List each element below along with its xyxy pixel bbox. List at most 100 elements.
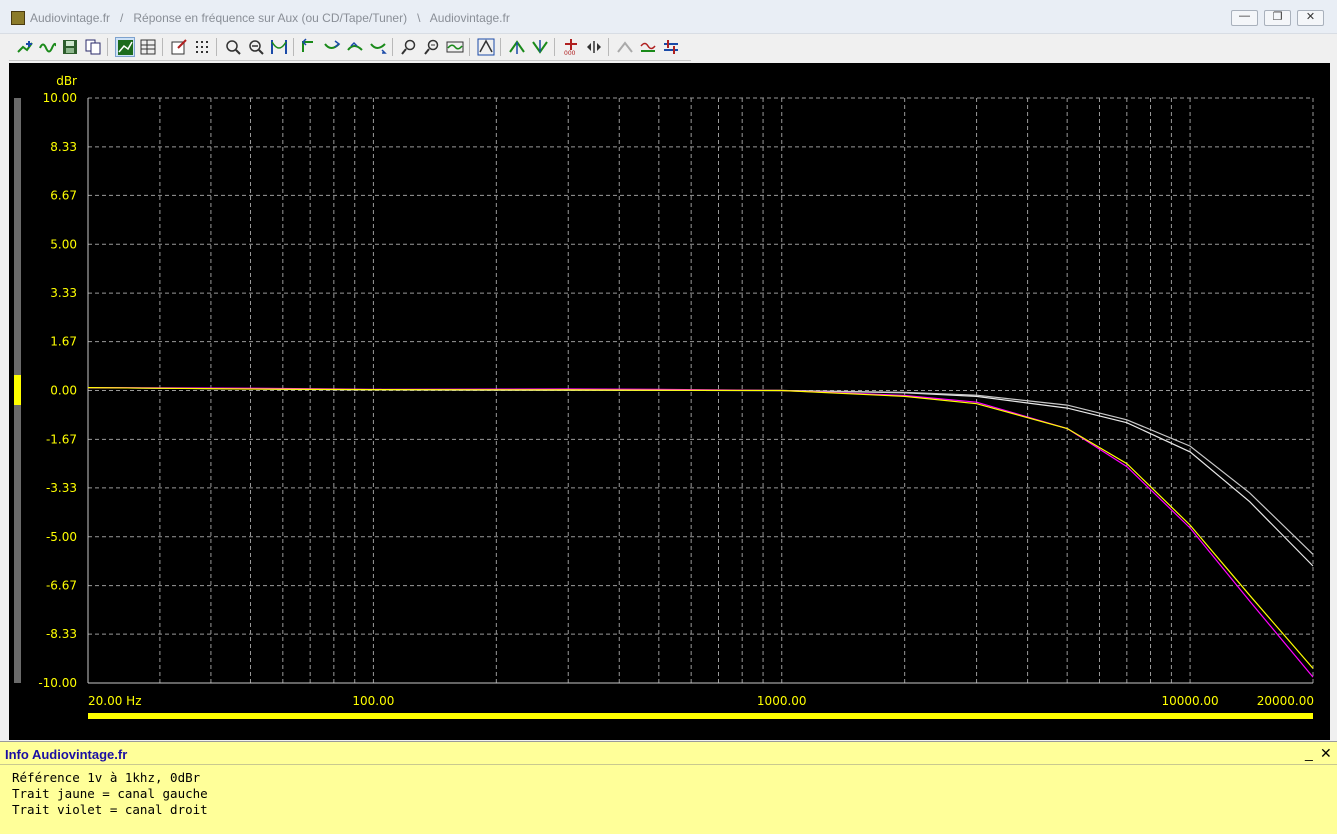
minimize-icon: — (1239, 10, 1250, 22)
y-tick-label: 8.33 (50, 140, 77, 154)
y-tick-label: -10.00 (38, 676, 77, 690)
toolbar-btn-20[interactable] (507, 37, 527, 57)
x-tick-label: 100.00 (352, 694, 394, 708)
info-close-button[interactable]: ✕ (1320, 745, 1332, 762)
y-tick-label: 6.67 (50, 188, 77, 202)
close-button[interactable]: ✕ (1297, 10, 1324, 26)
x-scroll-bar (88, 713, 1313, 719)
sine-icon (39, 42, 56, 53)
toolbar-separator (392, 38, 393, 56)
toolbar-btn-18[interactable] (445, 37, 465, 57)
toolbar-btn-5[interactable] (115, 37, 135, 57)
zoom-y-icon (424, 39, 439, 55)
toolbar-btn-11[interactable] (269, 37, 289, 57)
zoom-box-icon (226, 40, 241, 55)
y-tick-label: -6.67 (46, 579, 77, 593)
svg-text:000: 000 (564, 50, 576, 56)
toolbar-btn-15[interactable] (368, 37, 388, 57)
info-line-left-channel: Trait jaune = canal gauche (12, 786, 208, 801)
toolbar-btn-12[interactable] (299, 37, 319, 57)
info-divider (0, 764, 1337, 765)
sweep-icon (640, 42, 656, 52)
y-tick-label: -5.00 (46, 530, 77, 544)
close-icon: ✕ (1305, 11, 1316, 23)
rotate-left-icon (301, 38, 313, 52)
toolbar-btn-1[interactable] (15, 37, 35, 57)
table-icon (140, 39, 156, 55)
x-tick-label: 20.00 Hz (88, 694, 142, 708)
marker-off-icon (617, 41, 633, 53)
info-title: Info Audiovintage.fr (5, 747, 128, 762)
curve-icon (271, 40, 287, 54)
app-icon (11, 11, 25, 25)
y-tick-label: 0.00 (50, 384, 77, 398)
save-icon (63, 40, 77, 54)
toolbar: 000 (9, 34, 691, 61)
plot-area: 10.00 8.33 6.67 5.00 3.33 1.67 0.00 -1.67 -3.33 -… (9, 63, 1330, 740)
toolbar-btn-22[interactable]: 000 (561, 37, 581, 57)
shift-up-icon (347, 41, 363, 51)
toolbar-btn-19[interactable] (476, 37, 496, 57)
copy-icon (85, 39, 101, 55)
toolbar-btn-6[interactable] (138, 37, 158, 57)
toolbar-separator (216, 38, 217, 56)
marker-add-icon: 000 (564, 39, 577, 56)
toolbar-btn-25[interactable] (638, 37, 658, 57)
scale-icon (477, 38, 495, 56)
grid-lines (14, 97, 1314, 719)
series-line-0 (87, 387, 1314, 669)
toolbar-btn-14[interactable] (345, 37, 365, 57)
toolbar-btn-2[interactable] (37, 37, 57, 57)
info-panel: Info Audiovintage.fr _ ✕ Référence 1v à … (0, 741, 1337, 834)
graph-grid-icon (118, 40, 133, 55)
toolbar-btn-8[interactable] (192, 37, 212, 57)
info-line-right-channel: Trait violet = canal droit (12, 802, 208, 817)
x-tick-label: 1000.00 (757, 694, 807, 708)
series-line-3 (87, 387, 1314, 555)
title-bar: Audiovintage.fr / Réponse en fréquence s… (0, 0, 1337, 34)
x-tick-label: 10000.00 (1161, 694, 1218, 708)
rotate-right-icon (324, 40, 341, 49)
zoom-out-icon (249, 40, 264, 55)
dots-grid-icon (196, 41, 208, 53)
toolbar-separator (554, 38, 555, 56)
shift-down-icon (370, 43, 387, 54)
y-scroll-thumb (14, 375, 21, 405)
toolbar-btn-9[interactable] (223, 37, 243, 57)
series-line-2 (87, 387, 1314, 567)
minimize-button[interactable]: — (1231, 10, 1258, 26)
y-tick-label: -1.67 (46, 432, 77, 446)
toolbar-separator (162, 38, 163, 56)
toolbar-btn-13[interactable] (322, 37, 342, 57)
frequency-response-chart[interactable]: 10.00 8.33 6.67 5.00 3.33 1.67 0.00 -1.67 -3.33 -… (9, 63, 1330, 740)
y-tick-label: 5.00 (50, 237, 77, 251)
toolbar-btn-23[interactable] (584, 37, 604, 57)
toolbar-separator (500, 38, 501, 56)
toolbar-btn-3[interactable] (60, 37, 80, 57)
toolbar-separator (608, 38, 609, 56)
y-tick-label: 1.67 (50, 335, 77, 349)
zoom-x-icon (401, 39, 416, 55)
toolbar-btn-7[interactable] (169, 37, 189, 57)
y-tick-label: -3.33 (46, 481, 77, 495)
info-minimize-button[interactable]: _ (1305, 745, 1313, 761)
cursor-plus-icon (17, 41, 33, 53)
toolbar-separator (293, 38, 294, 56)
edit-icon (171, 39, 187, 55)
toolbar-btn-24[interactable] (615, 37, 635, 57)
fit-curve-icon (446, 41, 464, 53)
window-title: Audiovintage.fr / Réponse en fréquence s… (30, 11, 510, 25)
peak-up-icon (509, 40, 525, 54)
toolbar-btn-16[interactable] (399, 37, 419, 57)
toolbar-separator (107, 38, 108, 56)
y-tick-label: -8.33 (46, 627, 77, 641)
toolbar-btn-26[interactable] (661, 37, 681, 57)
peak-down-icon (532, 40, 548, 54)
toolbar-btn-4[interactable] (83, 37, 103, 57)
toolbar-btn-21[interactable] (530, 37, 550, 57)
info-line-reference: Référence 1v à 1khz, 0dBr (12, 770, 201, 785)
toolbar-btn-17[interactable] (422, 37, 442, 57)
restore-button[interactable]: ❐ (1264, 10, 1291, 26)
toolbar-btn-10[interactable] (246, 37, 266, 57)
y-tick-label: 3.33 (50, 286, 77, 300)
